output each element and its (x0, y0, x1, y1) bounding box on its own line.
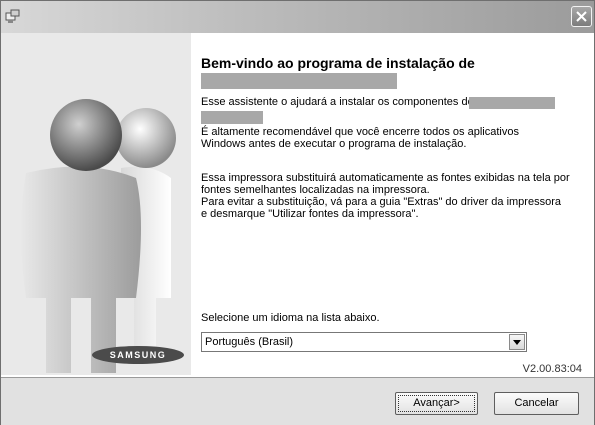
person-illustration (1, 33, 191, 375)
next-button[interactable]: Avançar> (395, 392, 478, 415)
version-label: V2.00.83:04 (522, 363, 582, 375)
side-banner (1, 33, 191, 375)
fonts-line3: Para evitar a substituição, vá para a gu… (201, 196, 561, 208)
redacted-component-name-cont (201, 111, 263, 124)
language-selected-value: Português (Brasil) (205, 336, 294, 348)
close-icon (576, 11, 587, 22)
assistant-text: Esse assistente o ajudará a instalar os … (201, 96, 474, 108)
fonts-line2: fontes semelhantes localizadas na impres… (201, 184, 430, 196)
title-bar[interactable] (1, 1, 594, 33)
close-button[interactable] (571, 6, 592, 27)
close-apps-line1: É altamente recomendável que você encerr… (201, 126, 519, 138)
welcome-heading: Bem-vindo ao programa de instalação de (201, 55, 475, 71)
close-apps-line2: Windows antes de executar o programa de … (201, 138, 467, 150)
language-select[interactable]: Português (Brasil) (201, 332, 527, 352)
cancel-button[interactable]: Cancelar (494, 392, 579, 415)
fonts-line4: e desmarque "Utilizar fontes da impresso… (201, 208, 419, 220)
installer-window: SAMSUNG Bem-vindo ao programa de instala… (0, 0, 595, 425)
redacted-product-name (201, 73, 397, 89)
fonts-line1: Essa impressora substituirá automaticame… (201, 172, 570, 184)
installer-icon (5, 9, 20, 23)
chevron-down-icon (513, 340, 521, 345)
redacted-component-name (469, 97, 555, 109)
samsung-logo: SAMSUNG (92, 346, 184, 364)
language-dropdown-button[interactable] (509, 334, 525, 350)
language-label: Selecione um idioma na lista abaixo. (201, 312, 380, 324)
